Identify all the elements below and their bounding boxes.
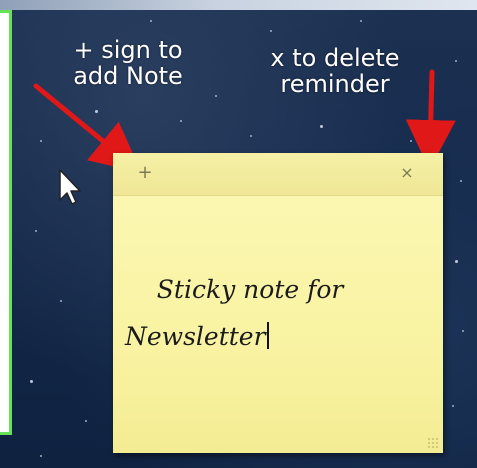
star (215, 95, 217, 97)
star (40, 455, 42, 457)
star (460, 180, 462, 182)
star (360, 20, 362, 22)
star (250, 135, 252, 137)
star (270, 30, 272, 32)
star (85, 420, 87, 422)
star (320, 125, 323, 128)
delete-note-button[interactable]: × (397, 163, 417, 183)
highlight-frame (0, 10, 12, 435)
star (455, 260, 458, 263)
annotation-add-note: + sign to add Note (73, 36, 183, 90)
star (35, 230, 37, 232)
mouse-pointer-icon (59, 169, 81, 205)
text-caret (266, 322, 269, 349)
add-note-button[interactable]: + (135, 163, 155, 183)
note-header: + × (113, 153, 443, 196)
annotation-delete-reminder: x to delete reminder (270, 44, 400, 98)
star (180, 120, 182, 122)
resize-grip-icon[interactable] (427, 437, 439, 449)
star (455, 60, 457, 62)
star (30, 380, 33, 383)
star (452, 405, 454, 407)
note-text-area[interactable]: Sticky note for Newsletter (125, 219, 425, 409)
top-window-strip (0, 0, 477, 10)
star (150, 20, 152, 22)
star (40, 140, 42, 142)
note-text-content: Sticky note for Newsletter (125, 275, 344, 351)
star (410, 140, 412, 142)
sticky-note[interactable]: + × Sticky note for Newsletter (113, 153, 443, 453)
star (60, 300, 62, 302)
star (95, 110, 98, 113)
star (462, 330, 464, 332)
